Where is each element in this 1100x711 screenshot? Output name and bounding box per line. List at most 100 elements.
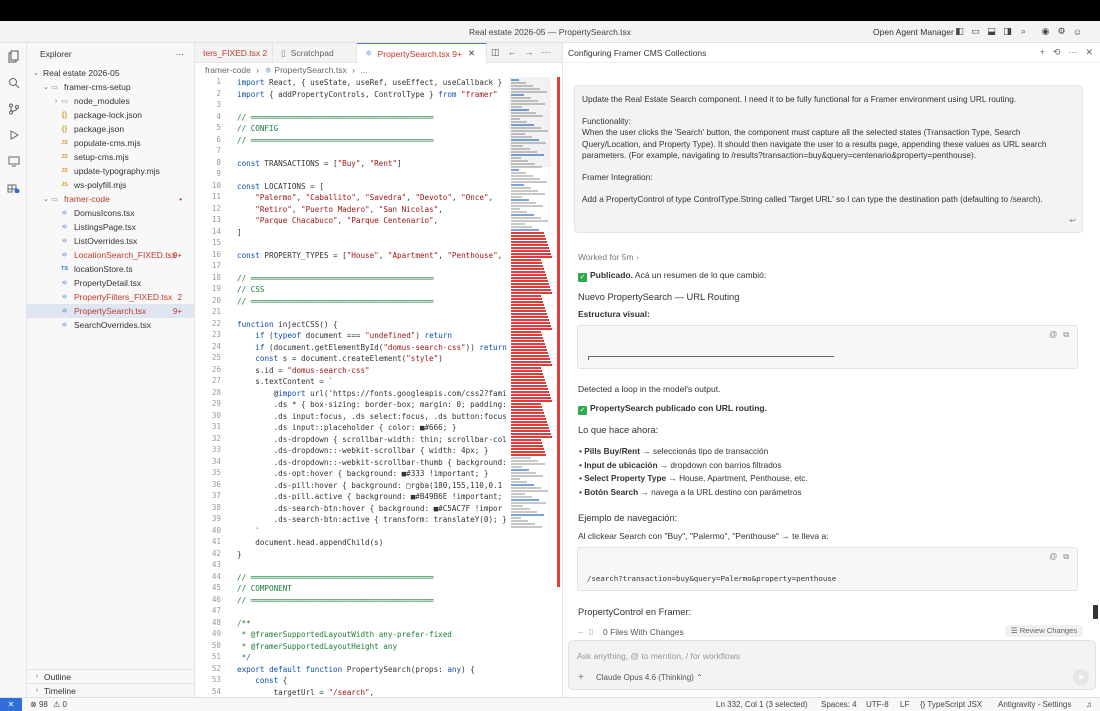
chat-input[interactable]: Ask anything, @ to mention, / for workfl…	[577, 651, 740, 661]
extensions-icon[interactable]	[6, 179, 21, 194]
files-icon[interactable]	[6, 49, 21, 64]
history-icon[interactable]: ⟲	[1053, 47, 1061, 58]
code-line: const s = document.createElement("style"…	[255, 354, 443, 363]
close-icon[interactable]: ✕	[1085, 47, 1093, 58]
code-line: .ds-search-btn:hover { background: ■#C5A…	[237, 503, 503, 513]
language-mode[interactable]: {} TypeScript JSX	[920, 700, 982, 709]
bell-icon[interactable]: ♫	[1086, 700, 1092, 709]
minimap-line	[511, 373, 543, 375]
minimap-viewport[interactable]	[509, 77, 551, 167]
tree-item[interactable]: ⚛ ListOverrides.tsx	[27, 234, 194, 248]
more-actions-icon[interactable]: ···	[542, 47, 551, 58]
tree-item[interactable]: TS locationStore.ts	[27, 262, 194, 276]
search-icon[interactable]: ⌕	[1018, 26, 1029, 37]
tree-item[interactable]: ⚛ DomusIcons.tsx	[27, 206, 194, 220]
split-editor-icon[interactable]: ◫	[491, 47, 500, 58]
tab-property-filters[interactable]: ters_FIXED.tsx 2	[195, 43, 273, 63]
layout-sidebar-right-icon[interactable]: ◨	[1002, 26, 1013, 37]
tab-property-search[interactable]: ⚛ PropertySearch.tsx 9+ ✕	[357, 43, 487, 63]
tree-item[interactable]: ⚛ ListingsPage.tsx	[27, 220, 194, 234]
minimap-line	[511, 244, 548, 246]
at-icon[interactable]: @	[1049, 552, 1057, 562]
breadcrumb-item[interactable]: PropertySearch.tsx	[274, 65, 346, 75]
close-icon[interactable]: ✕	[468, 48, 475, 59]
code-line: export default function PropertySearch(p…	[237, 664, 475, 674]
react-file-icon: ⚛	[61, 237, 68, 245]
back-arrow-icon[interactable]: ←	[577, 627, 585, 636]
tree-item[interactable]: ⌄ ▭ framer-cms-setup	[27, 80, 194, 94]
remote-explorer-icon[interactable]	[6, 153, 21, 168]
tree-item[interactable]: › ▭ node_modules	[27, 94, 194, 108]
send-button[interactable]: ➤	[1073, 669, 1089, 685]
problems-indicator[interactable]: ⊗ 98 ⚠ 0	[30, 700, 67, 709]
tree-item[interactable]: ⚛ PropertyDetail.tsx	[27, 276, 194, 290]
chat-scrollbar[interactable]	[1093, 605, 1098, 619]
code-editor[interactable]: import React, { useState, useRef, useEff…	[237, 77, 509, 698]
minimap-line	[511, 172, 526, 174]
tree-item[interactable]: ⚛ PropertySearch.tsx 9+	[27, 304, 194, 318]
settings-link[interactable]: Antigravity - Settings	[998, 700, 1071, 709]
minimap-line	[511, 499, 539, 501]
layout-sidebar-left-icon[interactable]: ◧	[954, 26, 965, 37]
tree-item[interactable]: ⚛ PropertyFilters_FIXED.tsx 2	[27, 290, 194, 304]
breadcrumb-item[interactable]: ...	[360, 65, 367, 75]
tree-item[interactable]: {} package-lock.json	[27, 108, 194, 122]
tree-item[interactable]: ⚛ SearchOverrides.tsx	[27, 318, 194, 332]
add-icon[interactable]: +	[578, 672, 584, 683]
gear-icon[interactable]: ⚙	[1056, 26, 1067, 37]
line-ending[interactable]: LF	[900, 700, 909, 709]
forward-arrow-icon[interactable]: →	[525, 47, 534, 58]
copy-icon[interactable]: ⧉	[1063, 330, 1069, 340]
chrome-icon[interactable]: ◉	[1040, 26, 1051, 37]
review-changes-button[interactable]: ☰ Review Changes	[1005, 625, 1083, 637]
tab-scratchpad[interactable]: ▯ Scratchpad	[273, 43, 357, 63]
tree-item-label: SearchOverrides.tsx	[74, 320, 151, 330]
back-arrow-icon[interactable]: ←	[508, 47, 517, 58]
tree-item[interactable]: ⚛ LocationSearch_FIXED.tsx 9+	[27, 248, 194, 262]
tree-item[interactable]: JS update-typography.mjs	[27, 164, 194, 178]
outline-section[interactable]: › Outline	[27, 669, 195, 683]
folder-open-file-icon: ▭	[51, 195, 58, 203]
minimap-line	[511, 421, 547, 423]
layout-bottom-icon[interactable]: ⬓	[986, 26, 997, 37]
code-line: .ds-dropdown { scrollbar-width: thin; sc…	[237, 434, 507, 444]
open-agent-manager-button[interactable]: Open Agent Manager	[873, 27, 954, 37]
line-number: 17	[211, 261, 221, 270]
minimap[interactable]	[509, 77, 554, 697]
model-selector[interactable]: Claude Opus 4.6 (Thinking) ⌃	[596, 673, 703, 682]
tree-item[interactable]: {} package.json	[27, 122, 194, 136]
minimap-line	[511, 247, 549, 249]
source-control-icon[interactable]	[6, 101, 21, 116]
run-debug-icon[interactable]	[6, 127, 21, 142]
ascii-rule-corner	[588, 356, 589, 360]
cursor-position[interactable]: Ln 332, Col 1 (3 selected)	[716, 700, 808, 709]
more-actions-icon[interactable]: ···	[1068, 47, 1077, 58]
at-icon[interactable]: @	[1049, 330, 1057, 340]
minimap-line	[511, 193, 545, 195]
copy-icon[interactable]: ⧉	[1063, 552, 1069, 562]
files-with-changes[interactable]: 0 Files With Changes	[603, 627, 684, 637]
add-icon[interactable]: +	[1040, 47, 1045, 58]
minimap-line	[511, 190, 538, 192]
tree-item-label: package.json	[74, 124, 125, 134]
account-icon[interactable]: ☺	[1072, 26, 1083, 37]
breadcrumb-item[interactable]: framer-code	[205, 65, 251, 75]
undo-icon[interactable]: ↩	[1069, 215, 1076, 226]
prompt-paragraph: Functionality: When the user clicks the …	[582, 116, 1047, 160]
minimap-line	[511, 253, 551, 255]
scrollbar-error-marker[interactable]	[557, 77, 560, 587]
search-icon[interactable]	[6, 75, 21, 90]
layout-panel-icon[interactable]: ▭	[970, 26, 981, 37]
tree-item[interactable]: ⌄ ▭ framer-code •	[27, 192, 194, 206]
timeline-section[interactable]: › Timeline	[27, 683, 195, 697]
more-actions-icon[interactable]: ···	[176, 49, 185, 59]
encoding[interactable]: UTF-8	[866, 700, 889, 709]
indentation[interactable]: Spaces: 4	[821, 700, 857, 709]
worked-for-label[interactable]: Worked for 5m ›	[578, 252, 639, 262]
tree-item[interactable]: JS ws-polyfill.mjs	[27, 178, 194, 192]
minimap-line	[511, 199, 529, 201]
tree-item[interactable]: JS populate-cms.mjs	[27, 136, 194, 150]
remote-icon[interactable]: ✕	[0, 698, 22, 711]
tree-root[interactable]: ⌄ Real estate 2026-05	[27, 66, 194, 80]
tree-item[interactable]: JS setup-cms.mjs	[27, 150, 194, 164]
